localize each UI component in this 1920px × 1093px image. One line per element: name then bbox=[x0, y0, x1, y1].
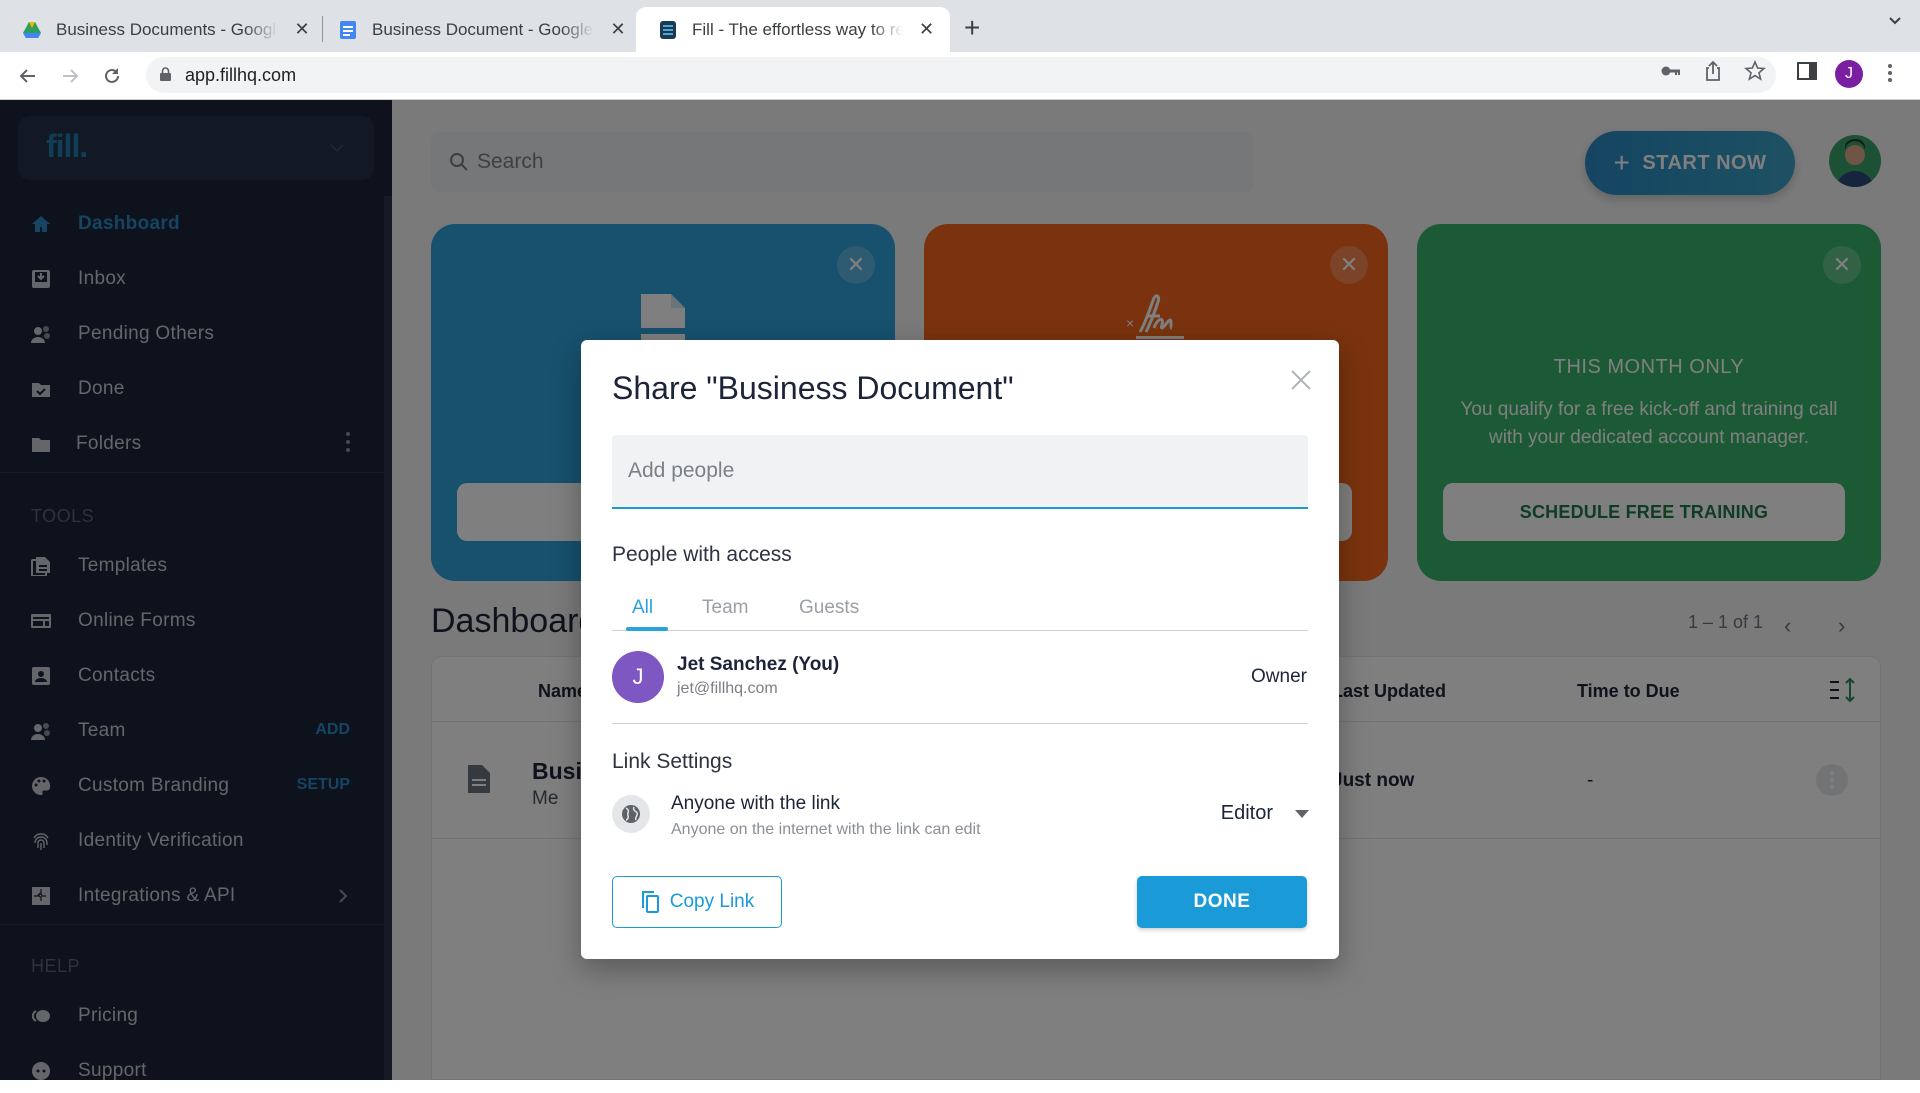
avatar: J bbox=[612, 651, 664, 703]
password-key-icon[interactable] bbox=[1660, 60, 1682, 82]
browser-profile-avatar[interactable]: J bbox=[1835, 60, 1863, 88]
tab-title: Business Document - Google Docs bbox=[372, 19, 594, 39]
person-name: Jet Sanchez (You) bbox=[677, 654, 840, 675]
person-role: Owner bbox=[1251, 666, 1307, 687]
active-tab-indicator bbox=[626, 627, 668, 631]
back-arrow-icon[interactable] bbox=[18, 66, 38, 86]
lock-icon bbox=[160, 67, 171, 81]
tab-close-icon[interactable]: ✕ bbox=[608, 19, 628, 40]
browser-tab-drive[interactable]: Business Documents - Google Drive ✕ bbox=[0, 7, 326, 52]
google-docs-icon bbox=[340, 20, 356, 39]
add-people-field[interactable] bbox=[612, 435, 1308, 509]
share-dialog-title: Share "Business Document" bbox=[612, 370, 1014, 406]
browser-tab-fill[interactable]: Fill - The effortless way to request sig… bbox=[636, 7, 950, 52]
people-with-access-heading: People with access bbox=[612, 543, 792, 566]
add-people-input[interactable] bbox=[612, 435, 1308, 507]
forward-arrow-icon[interactable] bbox=[60, 66, 80, 86]
tab-all[interactable]: All bbox=[632, 597, 653, 619]
bookmark-star-icon[interactable] bbox=[1744, 60, 1766, 82]
person-email: jet@fillhq.com bbox=[677, 680, 778, 697]
link-access-description: Anyone on the internet with the link can… bbox=[671, 821, 981, 838]
omnibox[interactable]: app.fillhq.com bbox=[146, 57, 1776, 93]
copy-link-button[interactable]: Copy Link bbox=[612, 876, 782, 928]
share-dialog: Share "Business Document" People with ac… bbox=[581, 340, 1339, 959]
close-icon[interactable] bbox=[1287, 366, 1315, 394]
copy-icon bbox=[641, 891, 659, 913]
tab-guests[interactable]: Guests bbox=[799, 597, 859, 619]
browser-tab-bar: Business Documents - Google Drive ✕ Busi… bbox=[0, 0, 1920, 52]
share-icon[interactable] bbox=[1702, 60, 1724, 82]
link-role-dropdown[interactable]: Editor bbox=[1221, 802, 1309, 825]
tab-close-icon[interactable]: ✕ bbox=[917, 19, 936, 40]
tab-title: Business Documents - Google Drive bbox=[56, 19, 278, 39]
tab-team[interactable]: Team bbox=[702, 597, 748, 619]
link-role-value: Editor bbox=[1220, 802, 1273, 824]
fill-app-icon bbox=[660, 20, 676, 39]
globe-icon-wrap bbox=[612, 795, 650, 833]
link-settings-heading: Link Settings bbox=[612, 750, 733, 773]
address-bar: app.fillhq.com J bbox=[0, 52, 1920, 100]
url-text: app.fillhq.com bbox=[185, 65, 297, 85]
google-drive-icon bbox=[23, 21, 41, 38]
done-button[interactable]: DONE bbox=[1137, 876, 1307, 928]
copy-link-label: Copy Link bbox=[669, 891, 755, 912]
new-tab-button[interactable]: + bbox=[964, 12, 980, 44]
tab-search-chevron-icon[interactable] bbox=[1888, 14, 1902, 28]
access-tabs: All Team Guests bbox=[612, 593, 1308, 631]
divider bbox=[612, 723, 1308, 724]
caret-down-icon bbox=[1295, 809, 1309, 818]
globe-icon bbox=[622, 805, 640, 823]
browser-tab-docs[interactable]: Business Document - Google Docs ✕ bbox=[316, 7, 642, 52]
side-panel-icon[interactable] bbox=[1796, 60, 1818, 82]
tab-title: Fill - The effortless way to request sig… bbox=[692, 19, 903, 39]
browser-menu-icon[interactable] bbox=[1888, 64, 1892, 85]
reload-icon[interactable] bbox=[102, 66, 122, 86]
tab-close-icon[interactable]: ✕ bbox=[292, 19, 312, 40]
link-access-title: Anyone with the link bbox=[671, 793, 840, 814]
